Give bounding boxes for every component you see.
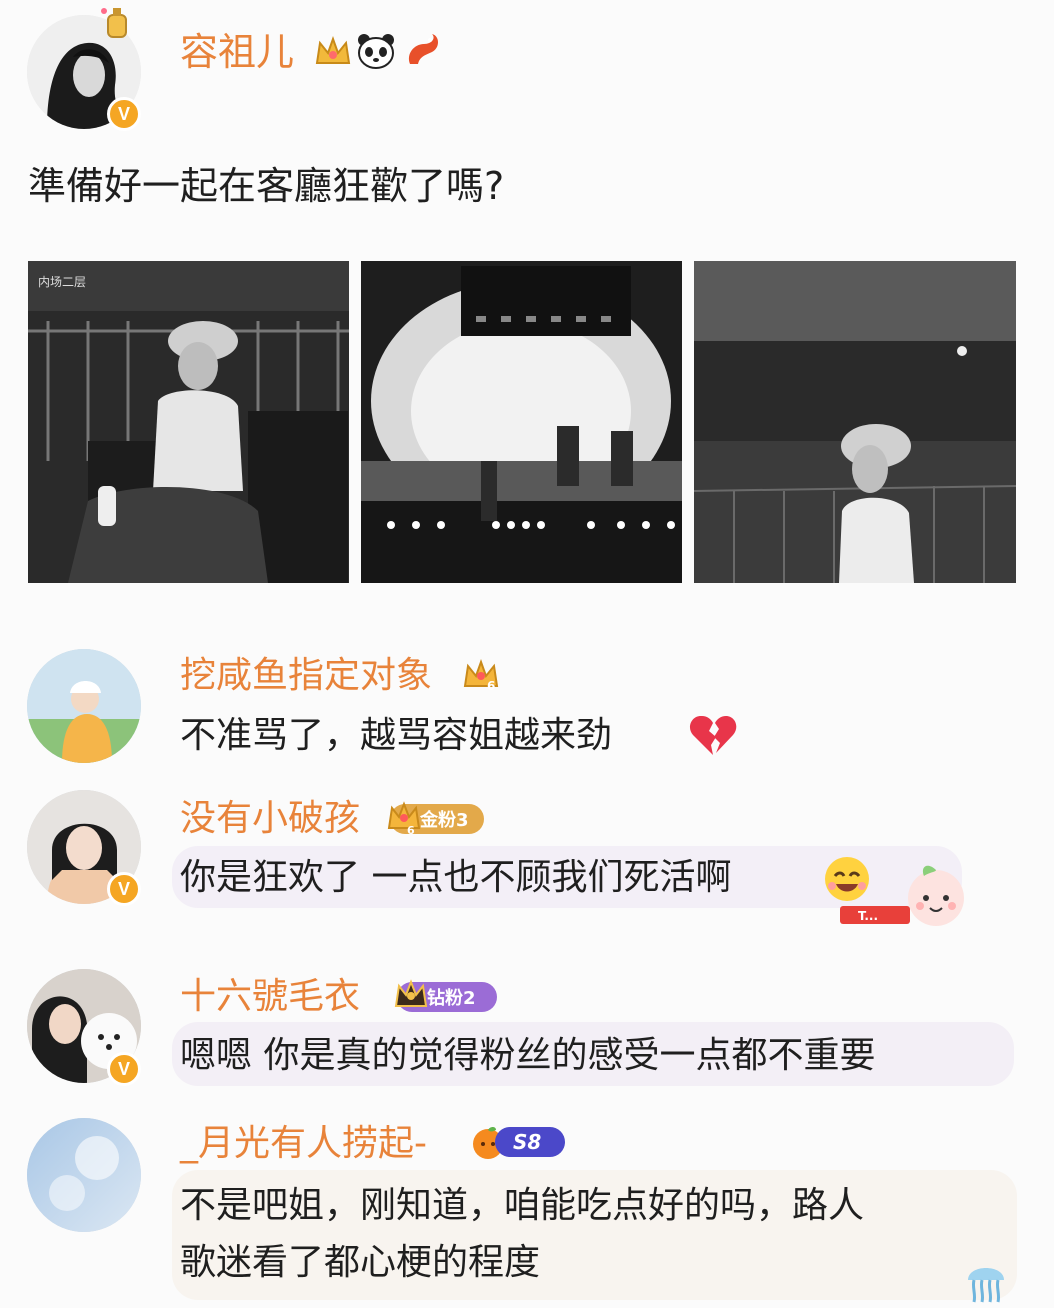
svg-text:内场二层: 内场二层 <box>38 275 86 289</box>
post-photo-2[interactable] <box>361 261 682 583</box>
commenter-avatar[interactable] <box>27 1118 141 1232</box>
svg-text:T...: T... <box>858 909 878 923</box>
author-name[interactable]: 容祖儿 <box>180 30 294 74</box>
crown-icon <box>314 33 352 69</box>
broken-heart-icon <box>688 713 738 759</box>
comment-text: 不准骂了，越骂容姐越来劲 <box>180 715 613 756</box>
comment-text-line-1: 不是吧姐，刚知道，咱能吃点好的吗，路人 <box>180 1185 865 1226</box>
svg-text:6: 6 <box>487 679 495 693</box>
commenter-avatar[interactable] <box>27 649 141 763</box>
svg-text:6: 6 <box>407 824 415 836</box>
verified-icon: V <box>107 1052 141 1086</box>
svip-badge: S8 <box>495 1127 565 1157</box>
peach-sticker-icon: T... <box>820 858 980 930</box>
fan-badge: 6 金粉3 <box>387 801 484 836</box>
jellyfish-icon <box>962 1256 1010 1304</box>
commenter-name[interactable]: _月光有人捞起- <box>180 1122 427 1166</box>
comment-text-line-2: 歌迷看了都心梗的程度 <box>180 1242 541 1283</box>
verified-icon: V <box>107 97 141 131</box>
post-photo-1[interactable]: 内场二层 <box>28 261 349 583</box>
post-photo-3[interactable] <box>694 261 1016 583</box>
comment-text: 你是狂欢了 一点也不顾我们死活啊 <box>180 857 732 898</box>
panda-icon <box>356 32 396 70</box>
decor-perfume-icon <box>100 5 132 39</box>
fan-crown-icon: 6 <box>461 654 501 694</box>
commenter-name[interactable]: 挖咸鱼指定对象 <box>180 654 432 698</box>
fan-badge-label: 金粉3 <box>420 810 469 831</box>
fan-badge: 钻粉2 <box>394 979 497 1012</box>
post-text: 準備好一起在客廳狂歡了嗎? <box>28 164 505 208</box>
verified-icon: V <box>107 872 141 906</box>
fan-badge-label: 钻粉2 <box>427 988 476 1009</box>
comment-text: 嗯嗯 你是真的觉得粉丝的感受一点都不重要 <box>180 1035 876 1076</box>
dragon-icon <box>402 30 442 70</box>
commenter-name[interactable]: 没有小破孩 <box>180 797 360 841</box>
commenter-name[interactable]: 十六號毛衣 <box>180 975 360 1019</box>
